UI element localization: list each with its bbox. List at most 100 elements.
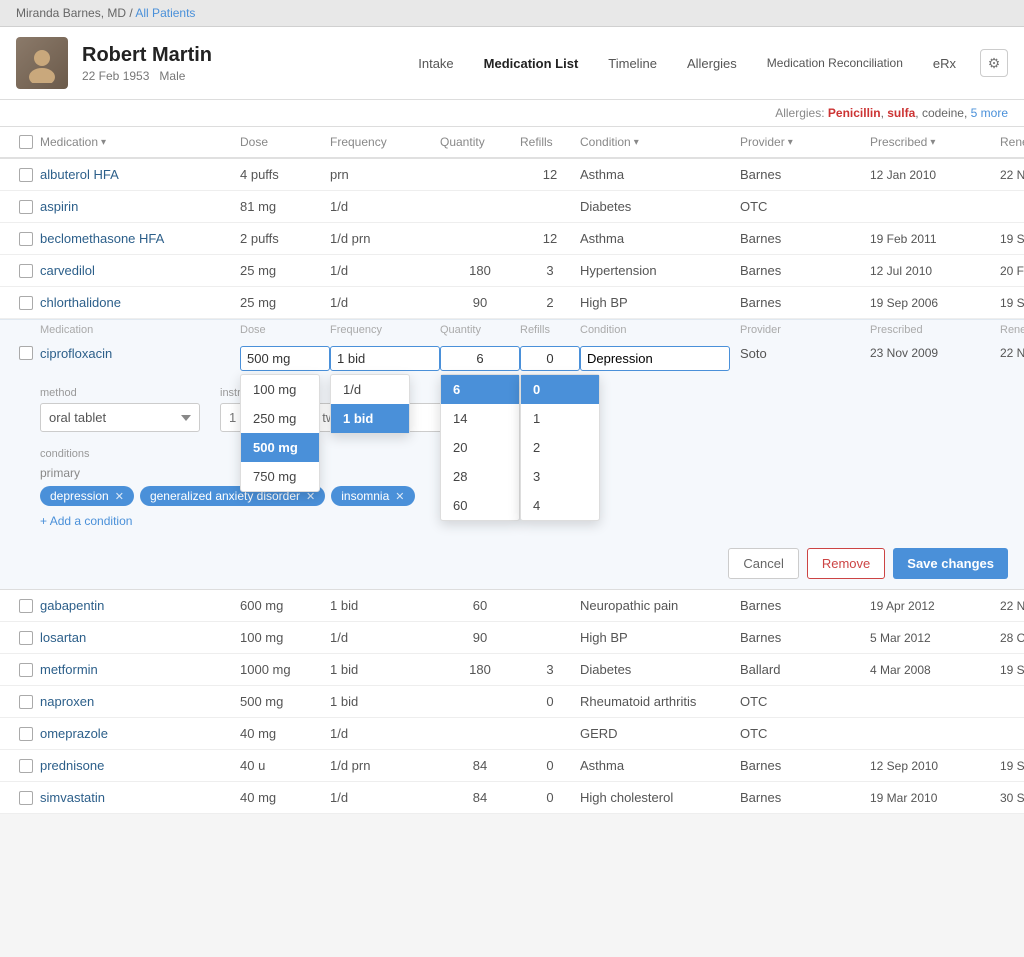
qty-dropdown-cell: 6 6 14 20 28 60	[440, 346, 520, 371]
header-condition[interactable]: Condition	[580, 135, 740, 149]
dose-option-500[interactable]: 500 mg	[241, 433, 319, 462]
prescribed-value: 5 Mar 2012	[870, 631, 1000, 645]
refills-option-3[interactable]: 3	[521, 462, 599, 491]
med-name[interactable]: naproxen	[40, 694, 240, 709]
qty-option-28[interactable]: 28	[441, 462, 519, 491]
allergies-bar: Allergies: Penicillin, sulfa, codeine, 5…	[0, 100, 1024, 127]
freq-option-1d[interactable]: 1/d	[331, 375, 409, 404]
row-checkbox[interactable]	[19, 346, 33, 360]
dose-value: 25 mg	[240, 263, 330, 278]
avatar	[16, 37, 68, 89]
freq-selected-display[interactable]: 1 bid	[330, 346, 440, 371]
refills-selected-display[interactable]: 0	[520, 346, 580, 371]
row-checkbox[interactable]	[19, 791, 33, 805]
row-checkbox[interactable]	[19, 759, 33, 773]
dose-selected-display[interactable]: 500 mg	[240, 346, 330, 371]
med-name[interactable]: gabapentin	[40, 598, 240, 613]
med-name[interactable]: metformin	[40, 662, 240, 677]
header-checkbox[interactable]	[12, 135, 40, 149]
table-row: carvedilol 25 mg 1/d 180 3 Hypertension …	[0, 255, 1024, 287]
med-name[interactable]: beclomethasone HFA	[40, 231, 240, 246]
table-row: beclomethasone HFA 2 puffs 1/d prn 12 As…	[0, 223, 1024, 255]
row-checkbox[interactable]	[19, 599, 33, 613]
dose-option-750[interactable]: 750 mg	[241, 462, 319, 491]
condition-field[interactable]	[580, 346, 730, 371]
header-renew-by[interactable]: Renew by	[1000, 135, 1024, 149]
tag-close-depression[interactable]: ✕	[115, 490, 124, 503]
row-checkbox[interactable]	[19, 727, 33, 741]
prescribed-value: 12 Jul 2010	[870, 264, 1000, 278]
save-changes-button[interactable]: Save changes	[893, 548, 1008, 579]
primary-tags-row: depression ✕ generalized anxiety disorde…	[40, 486, 415, 506]
tab-medication-reconciliation[interactable]: Medication Reconciliation	[753, 50, 917, 76]
condition-value: Asthma	[580, 167, 740, 182]
tag-insomnia[interactable]: insomnia ✕	[331, 486, 414, 506]
refills-value: 12	[520, 167, 580, 182]
qty-option-6[interactable]: 6	[441, 375, 519, 404]
doctor-name[interactable]: Miranda Barnes, MD	[16, 6, 126, 20]
row-checkbox[interactable]	[19, 264, 33, 278]
med-name[interactable]: losartan	[40, 630, 240, 645]
header-prescribed[interactable]: Prescribed	[870, 135, 1000, 149]
qty-option-60[interactable]: 60	[441, 491, 519, 520]
med-name[interactable]: simvastatin	[40, 790, 240, 805]
gear-button[interactable]: ⚙	[980, 49, 1008, 77]
dose-value: 2 puffs	[240, 231, 330, 246]
header-provider[interactable]: Provider	[740, 135, 870, 149]
med-name[interactable]: carvedilol	[40, 263, 240, 278]
med-name[interactable]: aspirin	[40, 199, 240, 214]
renew-by-value: 20 Feb 2014	[1000, 264, 1024, 278]
primary-label: primary	[40, 466, 415, 480]
method-select[interactable]: oral tablet oral capsule IV topical	[40, 403, 200, 432]
med-name[interactable]: chlorthalidone	[40, 295, 240, 310]
tab-medication-list[interactable]: Medication List	[470, 50, 593, 77]
tab-timeline[interactable]: Timeline	[594, 50, 671, 77]
add-condition-link[interactable]: Add a condition	[40, 514, 132, 528]
tag-depression[interactable]: depression ✕	[40, 486, 134, 506]
prescribed-value: 19 Apr 2012	[870, 599, 1000, 613]
refills-option-4[interactable]: 4	[521, 491, 599, 520]
tab-intake[interactable]: Intake	[404, 50, 467, 77]
row-checkbox[interactable]	[19, 663, 33, 677]
dose-value: 4 puffs	[240, 167, 330, 182]
provider-value: Barnes	[740, 263, 870, 278]
row-checkbox[interactable]	[19, 168, 33, 182]
cancel-button[interactable]: Cancel	[728, 548, 798, 579]
more-allergies-link[interactable]: 5 more	[971, 106, 1008, 120]
qty-selected-display[interactable]: 6	[440, 346, 520, 371]
expand-col-quantity: Quantity	[440, 324, 520, 336]
table-row: albuterol HFA 4 puffs prn 12 Asthma Barn…	[0, 159, 1024, 191]
provider-value: Barnes	[740, 758, 870, 773]
qty-option-14[interactable]: 14	[441, 404, 519, 433]
med-name[interactable]: albuterol HFA	[40, 167, 240, 182]
med-name[interactable]: prednisone	[40, 758, 240, 773]
row-checkbox[interactable]	[19, 695, 33, 709]
expand-actions: Cancel Remove Save changes	[0, 538, 1024, 590]
row-checkbox[interactable]	[19, 200, 33, 214]
refills-option-0[interactable]: 0	[521, 375, 599, 404]
refills-option-2[interactable]: 2	[521, 433, 599, 462]
row-checkbox[interactable]	[19, 631, 33, 645]
qty-option-20[interactable]: 20	[441, 433, 519, 462]
patient-info: Robert Martin 22 Feb 1953 Male	[82, 44, 404, 83]
condition-value: High BP	[580, 295, 740, 310]
provider-value: OTC	[740, 199, 870, 214]
allergy-codeine: codeine,	[922, 106, 971, 120]
header-frequency: Frequency	[330, 135, 440, 149]
tab-allergies[interactable]: Allergies	[673, 50, 751, 77]
med-name[interactable]: omeprazole	[40, 726, 240, 741]
refills-dropdown-list: 0 1 2 3 4	[520, 374, 600, 521]
dose-option-100[interactable]: 100 mg	[241, 375, 319, 404]
med-name-cipro[interactable]: ciprofloxacin	[40, 346, 240, 361]
row-checkbox[interactable]	[19, 296, 33, 310]
remove-button[interactable]: Remove	[807, 548, 885, 579]
refills-option-1[interactable]: 1	[521, 404, 599, 433]
all-patients-link[interactable]: All Patients	[135, 6, 195, 20]
tag-close-insomnia[interactable]: ✕	[395, 490, 404, 503]
dose-option-250[interactable]: 250 mg	[241, 404, 319, 433]
header-medication[interactable]: Medication	[40, 135, 240, 149]
provider-value: OTC	[740, 726, 870, 741]
tab-erx[interactable]: eRx	[919, 50, 970, 77]
row-checkbox[interactable]	[19, 232, 33, 246]
freq-option-1bid[interactable]: 1 bid	[331, 404, 409, 433]
